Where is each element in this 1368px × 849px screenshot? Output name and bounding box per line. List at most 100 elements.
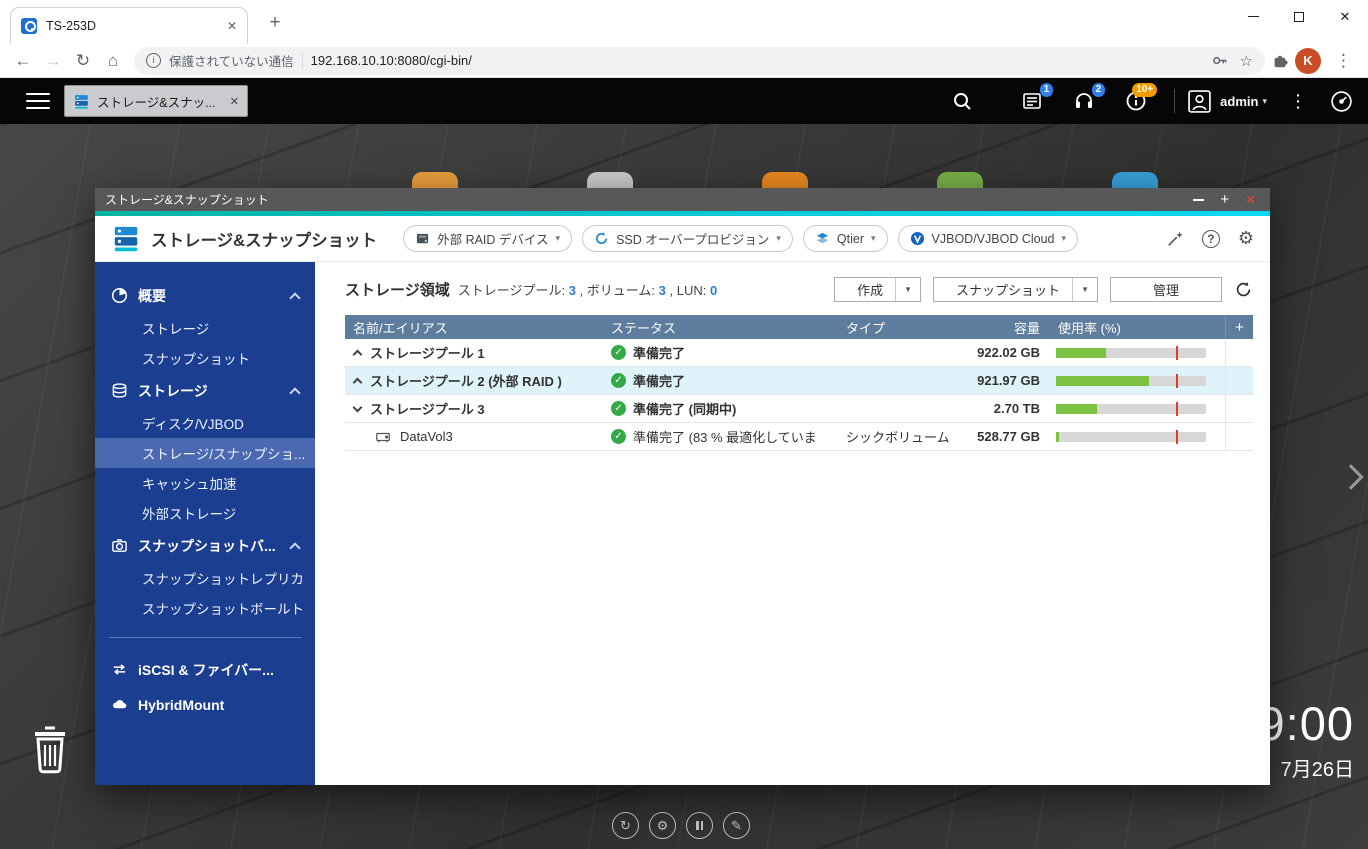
content-area: ストレージ領域 ストレージプール: 3 , ボリューム: 3 , LUN: 0 …	[315, 262, 1270, 785]
table-row-datavol3[interactable]: DataVol3 ✓ 準備完了 (83 % 最適化していま シックボリューム 52…	[345, 423, 1253, 451]
magic-wand-icon[interactable]	[1166, 230, 1184, 248]
event-notifications-icon[interactable]: 1	[1021, 83, 1054, 112]
threshold-tick	[1176, 401, 1178, 416]
user-menu-caret-icon[interactable]: ▾	[1262, 96, 1267, 107]
user-menu[interactable]: admin	[1220, 94, 1258, 109]
clock-date: 7月26日	[1280, 758, 1354, 781]
site-info-icon[interactable]: i	[146, 53, 161, 68]
recycle-bin-icon[interactable]	[26, 722, 74, 778]
address-bar[interactable]: i 保護されていない通信 192.168.10.10:8080/cgi-bin/…	[134, 46, 1265, 75]
desktop-dock: ↻ ⚙ ✎	[612, 812, 750, 839]
tab-close-icon[interactable]: ✕	[227, 19, 237, 33]
sidebar-section-hybridmount[interactable]: HybridMount	[95, 687, 315, 722]
qtier-label: Qtier	[836, 231, 864, 246]
extensions-puzzle-icon[interactable]	[1271, 52, 1289, 70]
collapse-chevron-icon[interactable]	[289, 291, 301, 304]
table-row-pool1[interactable]: ストレージプール 1 ✓ 準備完了 922.02 GB	[345, 339, 1253, 367]
vjbod-label: VJBOD/VJBOD Cloud	[931, 231, 1055, 246]
window-titlebar[interactable]: ストレージ&スナップショット + ✕	[95, 188, 1270, 211]
background-tasks-icon[interactable]	[686, 812, 713, 839]
sidebar-label: HybridMount	[138, 696, 225, 713]
create-button[interactable]: 作成 ▼	[834, 277, 922, 302]
window-title: ストレージ&スナップショット	[105, 193, 269, 207]
app-toolbar: ストレージ&スナップショット 外部 RAID デバイス ▾ SSD オーバープロ…	[95, 216, 1270, 262]
back-icon[interactable]: ←	[8, 47, 38, 75]
window-close-icon[interactable]: ✕	[1245, 192, 1256, 208]
ssd-overprovision-button[interactable]: SSD オーバープロビジョン ▾	[582, 225, 793, 252]
support-headset-icon[interactable]: 2	[1073, 83, 1106, 112]
sidebar-item-snapshot-vault[interactable]: スナップショットボールト	[95, 593, 315, 623]
bookmark-star-icon[interactable]: ☆	[1240, 52, 1253, 70]
sidebar-section-snapshot-backup[interactable]: スナップショットバ...	[95, 528, 315, 563]
dashboard-gauge-icon[interactable]	[1329, 89, 1354, 114]
expand-icon[interactable]	[352, 402, 363, 412]
tools-icon[interactable]: ⚙	[649, 812, 676, 839]
sidebar-section-storage[interactable]: ストレージ	[95, 373, 315, 408]
qtier-button[interactable]: Qtier ▾	[802, 225, 888, 252]
table-row-pool2[interactable]: ストレージプール 2 (外部 RAID ) ✓ 準備完了 921.97 GB	[345, 367, 1253, 395]
browser-tab-title: TS-253D	[46, 19, 97, 33]
ssd-overprovision-icon	[596, 232, 608, 245]
window-maximize-icon[interactable]: +	[1220, 192, 1229, 207]
recent-apps-icon[interactable]: ↻	[612, 812, 639, 839]
create-dropdown-caret-icon[interactable]: ▼	[895, 278, 920, 301]
external-raid-icon	[416, 233, 429, 244]
user-avatar-icon[interactable]	[1187, 89, 1212, 114]
snapshot-button[interactable]: スナップショット ▼	[933, 277, 1098, 302]
collapse-icon[interactable]	[352, 349, 363, 360]
sidebar-item-storage-snapshots[interactable]: ストレージ/スナップショ...	[95, 438, 315, 468]
lun-count: 0	[709, 283, 718, 298]
qts-open-app-tab[interactable]: ストレージ&スナッ... ✕	[64, 85, 248, 117]
iscsi-arrows-icon	[113, 664, 126, 675]
qts-tab-label: ストレージ&スナッ...	[97, 95, 216, 110]
next-page-chevron-icon[interactable]	[1338, 464, 1364, 490]
minimize-button[interactable]	[1230, 0, 1276, 33]
close-button[interactable]: ✕	[1322, 0, 1368, 33]
refresh-icon[interactable]	[1234, 280, 1253, 299]
notes-icon[interactable]: ✎	[723, 812, 750, 839]
table-row-pool3[interactable]: ストレージプール 3 ✓ 準備完了 (同期中) 2.70 TB	[345, 395, 1253, 423]
window-minimize-icon[interactable]	[1193, 198, 1205, 201]
sidebar-item-disks-vjbod[interactable]: ディスク/VJBOD	[95, 408, 315, 438]
qnap-favicon	[21, 18, 37, 34]
external-raid-label: 外部 RAID デバイス	[437, 233, 549, 247]
reload-icon[interactable]: ↻	[68, 47, 98, 75]
home-icon[interactable]: ⌂	[98, 47, 128, 75]
sidebar-label: スナップショットバ...	[138, 537, 276, 554]
new-tab-button[interactable]: +	[262, 10, 288, 36]
sidebar-section-overview[interactable]: 概要	[95, 278, 315, 313]
collapse-chevron-icon[interactable]	[289, 386, 301, 399]
snapshot-dropdown-caret-icon[interactable]: ▼	[1072, 278, 1097, 301]
browser-window-controls: ✕	[1230, 0, 1368, 33]
sidebar-item-snapshot-replica[interactable]: スナップショットレプリカ	[95, 563, 315, 593]
add-column-button[interactable]: +	[1225, 315, 1253, 339]
browser-tab[interactable]: TS-253D ✕	[10, 7, 248, 44]
help-icon[interactable]: ?	[1201, 229, 1220, 248]
sidebar-item-storage-overview[interactable]: ストレージ	[95, 313, 315, 343]
collapse-chevron-icon[interactable]	[289, 541, 301, 554]
qts-tab-close-icon[interactable]: ✕	[230, 95, 239, 108]
sidebar-section-iscsi[interactable]: iSCSI & ファイバー...	[95, 652, 315, 687]
vjbod-button[interactable]: VJBOD/VJBOD Cloud ▾	[897, 225, 1079, 252]
sidebar-label: iSCSI & ファイバー...	[138, 661, 274, 678]
manage-button[interactable]: 管理	[1109, 277, 1222, 302]
sidebar-label: 概要	[138, 287, 166, 304]
maximize-button[interactable]	[1276, 0, 1322, 33]
screen: TS-253D ✕ + ✕ ← → ↻ ⌂ i 保護されていない通信 192.1…	[0, 0, 1368, 849]
sidebar-item-cache-acceleration[interactable]: キャッシュ加速	[95, 468, 315, 498]
main-menu-icon[interactable]	[26, 92, 50, 110]
browser-menu-icon[interactable]: ⋮	[1327, 51, 1360, 71]
sidebar-item-external-storage[interactable]: 外部ストレージ	[95, 498, 315, 528]
collapse-icon[interactable]	[352, 377, 363, 388]
browser-toolbar: ← → ↻ ⌂ i 保護されていない通信 192.168.10.10:8080/…	[0, 44, 1368, 78]
storage-stack-icon	[112, 383, 127, 398]
topbar-more-icon[interactable]: ⋮	[1289, 91, 1307, 112]
settings-gear-icon[interactable]: ⚙	[1238, 228, 1254, 249]
password-key-icon[interactable]	[1211, 52, 1228, 69]
browser-profile-avatar[interactable]: K	[1295, 47, 1321, 74]
usage-bar	[1056, 345, 1206, 360]
sidebar-item-snapshot-overview[interactable]: スナップショット	[95, 343, 315, 373]
external-raid-button[interactable]: 外部 RAID デバイス ▾	[403, 225, 573, 252]
alerts-info-icon[interactable]: 10+	[1125, 83, 1158, 112]
search-icon[interactable]	[952, 91, 972, 111]
